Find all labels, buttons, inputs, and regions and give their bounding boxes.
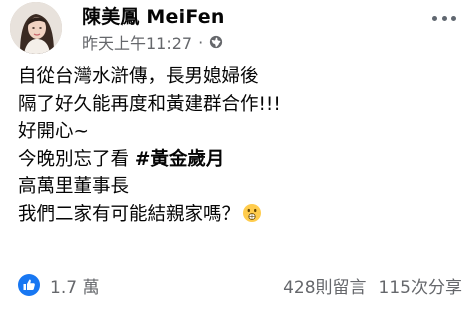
engagement-stats: 428則留言 115次分享 — [283, 273, 462, 298]
hashtag-link[interactable]: #黃金歲月 — [135, 149, 225, 170]
post-line: 高萬里董事長 — [18, 176, 130, 197]
more-dot — [451, 15, 456, 21]
comments-count-link[interactable]: 428則留言 — [283, 273, 366, 298]
post-timestamp[interactable]: 昨天上午11:27 — [82, 30, 192, 54]
post-body: 自從台灣水滸傳，長男媳婦後 隔了好久能再度和黃建群合作!!! 好開心~ 今晚別忘… — [18, 63, 458, 228]
more-dot — [441, 15, 447, 21]
post-line-text: 我們二家有可能結親家嗎？ — [18, 203, 241, 225]
reaction-count: 1.7 萬 — [50, 277, 100, 298]
post-meta: 昨天上午11:27 · — [82, 30, 223, 54]
avatar-image — [10, 2, 62, 54]
post-line: 隔了好久能再度和黃建群合作!!! — [18, 93, 281, 115]
more-options-icon[interactable] — [432, 12, 456, 24]
reactions-summary[interactable]: 1.7 萬 — [18, 273, 99, 298]
shares-count-link[interactable]: 115次分享 — [379, 273, 462, 298]
facebook-post: 陳美鳳 MeiFen 昨天上午11:27 · 自從台灣水滸傳，長男媳婦後 隔了好… — [0, 0, 472, 313]
post-footer: 1.7 萬 428則留言 115次分享 — [18, 271, 462, 299]
author-name[interactable]: 陳美鳳 MeiFen — [82, 2, 225, 29]
meta-separator: · — [198, 32, 204, 52]
shocked-face-emoji-icon — [243, 203, 262, 222]
post-line: 好開心~ — [18, 121, 90, 142]
post-line-hashtag: 今晚別忘了看 #黃金歲月 — [18, 146, 458, 174]
globe-icon[interactable] — [209, 35, 223, 49]
post-line-emoji: 我們二家有可能結親家嗎？ — [18, 201, 458, 229]
post-line: 自從台灣水滸傳，長男媳婦後 — [18, 66, 259, 87]
more-dot — [432, 15, 437, 21]
avatar[interactable] — [10, 2, 62, 54]
post-line-prefix: 今晚別忘了看 — [18, 148, 135, 170]
like-thumbs-up-icon — [18, 274, 40, 296]
